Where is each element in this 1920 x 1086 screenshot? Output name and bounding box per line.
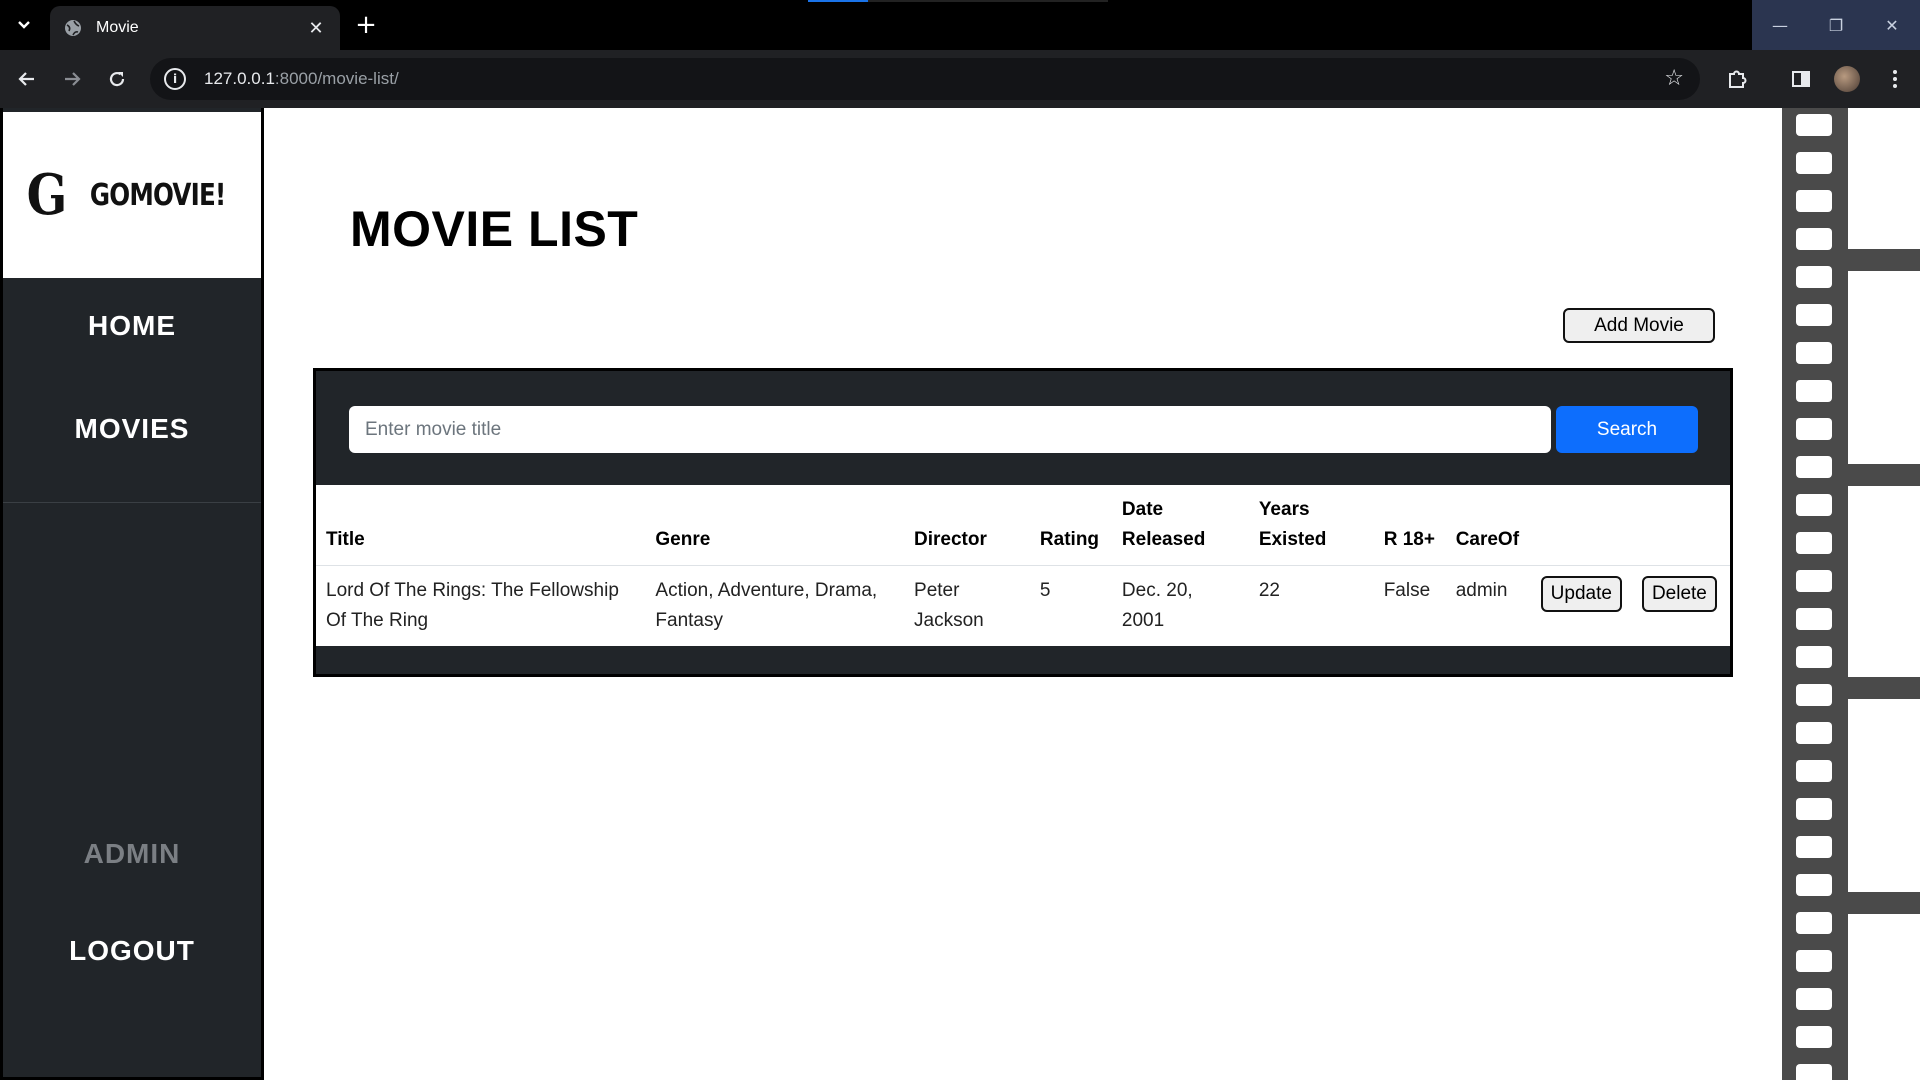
search-field[interactable] <box>349 406 1551 453</box>
sidebar-item-admin[interactable]: ADMIN <box>3 838 261 870</box>
film-hole <box>1796 190 1832 212</box>
cell-r18: False <box>1383 580 1431 601</box>
film-hole <box>1796 532 1832 554</box>
col-careof: CareOf <box>1445 485 1531 566</box>
maximize-button[interactable]: ❐ <box>1808 0 1864 50</box>
film-hole <box>1796 912 1832 934</box>
cell-title: Lord Of The Rings: The Fellowship Of The… <box>326 580 619 631</box>
tab-title: Movie <box>96 19 139 36</box>
col-update <box>1530 485 1632 566</box>
film-hole <box>1796 874 1832 896</box>
movie-table: Title Genre Director Rating Date Release… <box>316 485 1730 646</box>
film-hole <box>1796 722 1832 744</box>
search-button[interactable]: Search <box>1556 406 1698 453</box>
loading-indicator <box>808 0 1108 2</box>
col-title: Title <box>316 485 646 566</box>
reload-icon[interactable] <box>102 64 132 94</box>
film-hole <box>1796 646 1832 668</box>
film-hole <box>1796 570 1832 592</box>
col-date-released: Date Released <box>1111 485 1249 566</box>
film-frame-divider <box>1848 677 1920 699</box>
update-button[interactable]: Update <box>1540 576 1622 612</box>
film-hole <box>1796 304 1832 326</box>
window-controls: — ❐ ✕ <box>1752 0 1920 50</box>
minimize-button[interactable]: — <box>1752 0 1808 50</box>
film-strip-decoration <box>1782 108 1920 1086</box>
url-path: :8000/movie-list/ <box>274 69 399 88</box>
film-hole <box>1796 836 1832 858</box>
film-strip <box>1782 108 1848 1086</box>
side-panel-icon[interactable] <box>1786 64 1816 94</box>
film-frame-divider <box>1848 249 1920 271</box>
arrow-right-icon[interactable] <box>57 64 87 94</box>
col-director: Director <box>904 485 1030 566</box>
close-window-button[interactable]: ✕ <box>1864 0 1920 50</box>
sidebar-item-movies[interactable]: MOVIES <box>3 413 261 445</box>
col-genre: Genre <box>645 485 905 566</box>
cell-rating: 5 <box>1039 580 1051 601</box>
globe-icon <box>64 19 82 37</box>
avatar[interactable] <box>1834 66 1860 92</box>
new-tab-button[interactable]: + <box>352 10 380 40</box>
cell-update: Update <box>1531 566 1632 645</box>
page-title: MOVIE LIST <box>350 201 639 257</box>
star-icon[interactable]: ☆ <box>1664 66 1684 91</box>
search-input[interactable] <box>365 418 1551 441</box>
film-frame-divider <box>1848 892 1920 914</box>
film-hole <box>1796 380 1832 402</box>
film-hole <box>1796 152 1832 174</box>
film-hole <box>1796 760 1832 782</box>
movie-panel: Search Title Genre Director Rating Date … <box>313 368 1733 677</box>
col-delete <box>1631 485 1730 566</box>
browser-tab-strip: Movie ✕ + — ❐ ✕ <box>0 0 1920 50</box>
film-hole <box>1796 494 1832 516</box>
delete-button[interactable]: Delete <box>1641 576 1717 612</box>
cell-delete: Delete <box>1632 566 1730 645</box>
chevron-down-icon[interactable] <box>8 10 40 40</box>
address-bar[interactable]: i 127.0.0.1 :8000/movie-list/ ☆ <box>150 58 1700 100</box>
close-icon[interactable]: ✕ <box>306 18 326 39</box>
arrow-left-icon[interactable] <box>12 64 42 94</box>
film-hole <box>1796 608 1832 630</box>
film-hole <box>1796 228 1832 250</box>
film-hole <box>1796 684 1832 706</box>
film-hole <box>1796 456 1832 478</box>
film-frame-divider <box>1848 464 1920 486</box>
page-content: G GOMOVIE! HOME MOVIES ADMIN LOGOUT MOVI… <box>0 108 1920 1086</box>
film-hole <box>1796 1026 1832 1048</box>
col-years-existed: Years Existed <box>1248 485 1374 566</box>
browser-toolbar: i 127.0.0.1 :8000/movie-list/ ☆ <box>0 50 1920 108</box>
sidebar-item-home[interactable]: HOME <box>3 310 261 342</box>
film-hole <box>1796 342 1832 364</box>
film-hole <box>1796 418 1832 440</box>
sidebar-divider <box>3 502 261 503</box>
cell-date-released: Dec. 20, 2001 <box>1121 580 1193 631</box>
cell-director: Peter Jackson <box>914 580 984 631</box>
info-icon[interactable]: i <box>164 68 186 90</box>
film-hole <box>1796 1064 1832 1086</box>
url-host: 127.0.0.1 <box>204 69 275 88</box>
logo-text: GOMOVIE! <box>90 177 226 213</box>
puzzle-icon[interactable] <box>1722 64 1752 94</box>
film-hole <box>1796 114 1832 136</box>
cell-careof: admin <box>1455 580 1508 601</box>
sidebar: G GOMOVIE! HOME MOVIES ADMIN LOGOUT <box>0 108 264 1080</box>
kebab-menu-icon[interactable] <box>1880 64 1910 94</box>
film-hole <box>1796 988 1832 1010</box>
table-row: Lord Of The Rings: The Fellowship Of The… <box>316 566 1730 645</box>
col-r18: R 18+ <box>1373 485 1446 566</box>
logo[interactable]: G GOMOVIE! <box>3 112 261 278</box>
sidebar-item-logout[interactable]: LOGOUT <box>3 935 261 967</box>
cell-genre: Action, Adventure, Drama, Fantasy <box>655 580 878 631</box>
film-hole <box>1796 266 1832 288</box>
add-movie-button[interactable]: Add Movie <box>1563 308 1715 343</box>
browser-tab[interactable]: Movie ✕ <box>50 6 340 50</box>
film-hole <box>1796 798 1832 820</box>
cell-years-existed: 22 <box>1258 580 1280 601</box>
logo-letter: G <box>27 162 68 228</box>
col-rating: Rating <box>1029 485 1112 566</box>
table-header-row: Title Genre Director Rating Date Release… <box>316 485 1730 566</box>
film-hole <box>1796 950 1832 972</box>
